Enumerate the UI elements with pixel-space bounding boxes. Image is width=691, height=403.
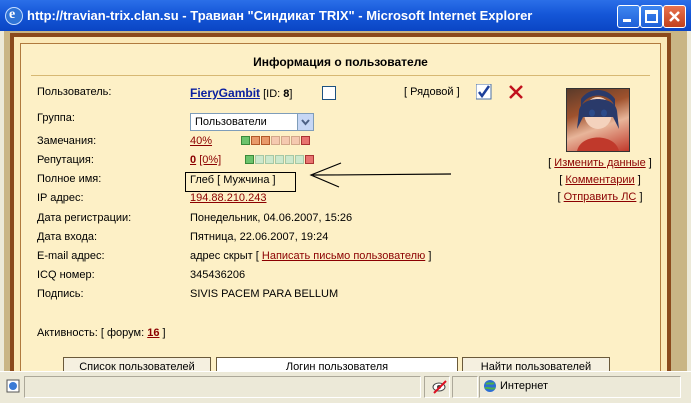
- email-hidden: адрес скрыт: [190, 250, 253, 262]
- reputation-level-box: [255, 155, 264, 164]
- remarks-level-box: [261, 136, 270, 145]
- bracket-open: [: [548, 157, 552, 169]
- remarks-level-box: [291, 136, 300, 145]
- users-list-button[interactable]: Список пользователей: [63, 357, 211, 371]
- label-reputation: Репутация:: [37, 154, 94, 166]
- ip-link[interactable]: 194.88.210.243: [190, 192, 266, 204]
- reputation-level-box: [275, 155, 284, 164]
- check-icon[interactable]: [475, 83, 492, 100]
- bracket-close: ]: [648, 157, 652, 169]
- page-icon: [6, 379, 20, 393]
- status-text-cell: [24, 376, 421, 398]
- regdate-value: Понедельник, 04.06.2007, 15:26: [190, 212, 353, 224]
- email-row: адрес скрыт [ Написать письмо пользовате…: [190, 250, 431, 262]
- reputation-minus-icon[interactable]: [245, 155, 254, 164]
- icq-value: 345436206: [190, 269, 246, 281]
- page-content: Информация о пользователе Пользователь: …: [4, 31, 687, 371]
- hand-drawn-arrow: [301, 161, 452, 191]
- reputation-level-box: [285, 155, 294, 164]
- username-link[interactable]: FieryGambit: [190, 86, 260, 100]
- title-bar: e http://travian-trix.clan.su - Травиан …: [0, 0, 691, 31]
- remarks-level-box: [281, 136, 290, 145]
- group-select-value: Пользователи: [195, 116, 267, 128]
- remarks-level-box: [271, 136, 280, 145]
- id-close: ]: [289, 88, 293, 100]
- label-user: Пользователь:: [37, 86, 112, 98]
- email-link-open: [: [255, 250, 259, 262]
- scrollbar[interactable]: [675, 31, 687, 371]
- remarks-minus-icon[interactable]: [241, 136, 250, 145]
- send-pm-link[interactable]: Отправить ЛС: [564, 191, 637, 203]
- activity-label: Активность: [ форум:: [37, 327, 145, 339]
- write-email-link[interactable]: Написать письмо пользователю: [262, 250, 425, 262]
- panel-header: Информация о пользователе: [31, 52, 650, 76]
- label-group: Группа:: [37, 112, 75, 124]
- fullname-value: Глеб [ Мужчина ]: [190, 174, 276, 186]
- label-regdate: Дата регистрации:: [37, 212, 132, 224]
- signature-value: SIVIS PACEM PARA BELLUM: [190, 288, 339, 300]
- user-info-panel: Информация о пользователе Пользователь: …: [20, 43, 661, 371]
- logindate-value: Пятница, 22.06.2007, 19:24: [190, 231, 329, 243]
- comments-link[interactable]: Комментарии: [565, 174, 634, 186]
- remarks-link[interactable]: 40%: [190, 135, 212, 147]
- activity-forum-link[interactable]: 16: [147, 327, 159, 339]
- reputation-value[interactable]: 0: [190, 154, 196, 166]
- user-checkbox[interactable]: [322, 86, 336, 100]
- delete-icon[interactable]: [508, 84, 524, 100]
- rank-label: [ Рядовой ]: [404, 86, 460, 98]
- privacy-icon[interactable]: [432, 380, 448, 394]
- zone-cell: Интернет: [479, 376, 681, 398]
- bracket-open: [: [559, 174, 563, 186]
- ie-icon: e: [5, 7, 23, 25]
- comments-row: [ Комментарии ]: [525, 174, 675, 186]
- maximize-button[interactable]: [640, 5, 663, 28]
- edit-data-row: [ Изменить данные ]: [525, 157, 675, 169]
- minimize-button[interactable]: [617, 5, 640, 28]
- label-ip: IP адрес:: [37, 192, 84, 204]
- chevron-down-icon[interactable]: [297, 114, 313, 130]
- group-select[interactable]: Пользователи: [190, 113, 314, 131]
- globe-icon: [483, 379, 497, 393]
- label-signature: Подпись:: [37, 288, 84, 300]
- reputation-level-box: [265, 155, 274, 164]
- zone-label: Интернет: [500, 380, 548, 392]
- id-open: [ID:: [263, 88, 281, 100]
- send-pm-row: [ Отправить ЛС ]: [525, 191, 675, 203]
- status-bar: Интернет: [0, 371, 691, 403]
- label-logindate: Дата входа:: [37, 231, 98, 243]
- remarks-plus-icon[interactable]: [301, 136, 310, 145]
- find-users-button[interactable]: Найти пользователей: [462, 357, 610, 371]
- remarks-bar: [241, 136, 310, 145]
- window-title: http://travian-trix.clan.su - Травиан "С…: [27, 8, 533, 23]
- reputation-row: 0 [0%]: [190, 154, 221, 166]
- remarks-level-box: [251, 136, 260, 145]
- activity-row: Активность: [ форум: 16 ]: [37, 327, 166, 339]
- bracket-open: [: [557, 191, 561, 203]
- bracket-close: ]: [639, 191, 643, 203]
- reputation-percent[interactable]: [0%]: [199, 154, 221, 166]
- bracket-close: ]: [637, 174, 641, 186]
- email-link-close: ]: [428, 250, 432, 262]
- label-icq: ICQ номер:: [37, 269, 95, 281]
- user-login-button[interactable]: Логин пользователя: [216, 357, 458, 371]
- remarks-value: 40%: [190, 135, 212, 147]
- edit-data-link[interactable]: Изменить данные: [554, 157, 645, 169]
- status-cell: [452, 376, 478, 398]
- label-fullname: Полное имя:: [37, 173, 102, 185]
- close-button[interactable]: [663, 5, 686, 28]
- label-email: E-mail адрес:: [37, 250, 105, 262]
- avatar: [566, 88, 630, 152]
- user-row: FieryGambit [ID: 8]: [190, 86, 292, 100]
- user-info-frame: Информация о пользователе Пользователь: …: [10, 33, 671, 371]
- activity-close: ]: [162, 327, 166, 339]
- label-remarks: Замечания:: [37, 135, 97, 147]
